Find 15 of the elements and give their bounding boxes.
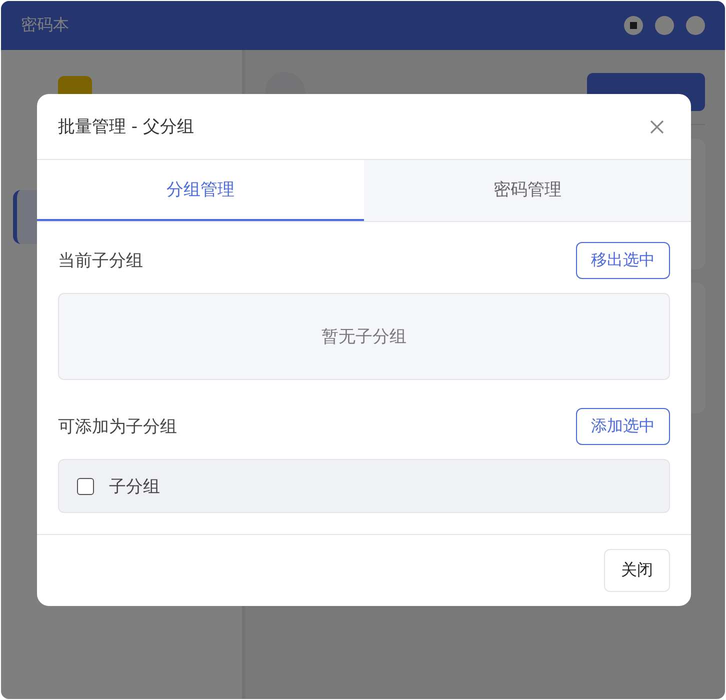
tab[interactable]: 密码管理 <box>364 160 691 221</box>
action-button[interactable]: 添加选中 <box>576 408 670 445</box>
close-window-button[interactable] <box>686 16 705 35</box>
maximize-button[interactable] <box>655 16 674 35</box>
empty-message: 暂无子分组 <box>322 326 406 348</box>
close-button[interactable]: 关闭 <box>604 549 670 592</box>
dialog-title: 批量管理 - 父分组 <box>58 116 194 138</box>
minimize-button[interactable] <box>624 16 643 35</box>
window-title: 密码本 <box>21 15 69 36</box>
action-button[interactable]: 移出选中 <box>576 242 670 279</box>
group-name: 子分组 <box>109 476 160 498</box>
section-label: 当前子分组 <box>58 250 143 272</box>
close-icon[interactable] <box>649 118 665 134</box>
section-label: 可添加为子分组 <box>58 416 177 438</box>
checkbox[interactable] <box>77 478 94 494</box>
